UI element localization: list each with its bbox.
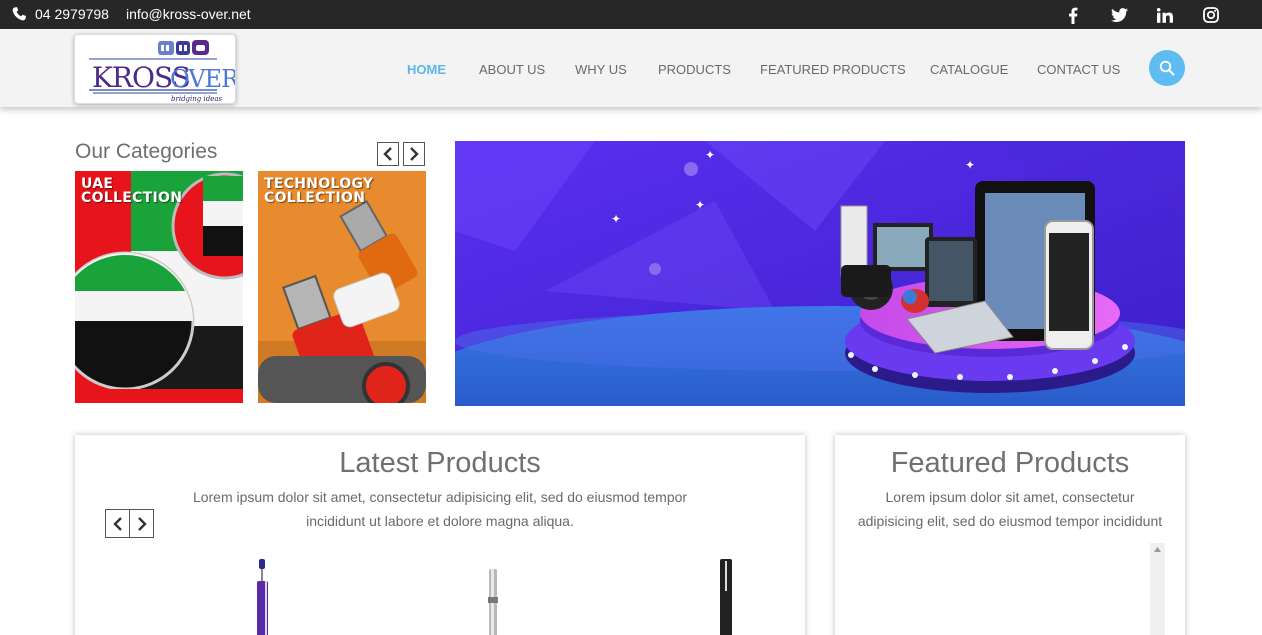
latest-products-card: Latest Products Lorem ipsum dolor sit am…: [75, 435, 805, 635]
svg-text:✦: ✦: [611, 212, 621, 226]
search-button[interactable]: [1149, 50, 1185, 86]
chevron-left-icon: [383, 147, 392, 161]
featured-products-description: Lorem ipsum dolor sit amet, consectetur …: [857, 489, 1163, 529]
chevron-right-icon: [137, 516, 147, 531]
logo-tagline: bridging ideas: [171, 95, 223, 103]
facebook-icon[interactable]: [1050, 4, 1096, 26]
product-pen-silver[interactable]: [485, 569, 501, 635]
nav-products[interactable]: PRODUCTS: [658, 62, 731, 77]
hero-banner[interactable]: ✦ ✦ ✦ ✦: [455, 141, 1185, 406]
category-label-uae: UAE COLLECTION: [81, 176, 183, 206]
chevron-left-icon: [112, 516, 122, 531]
svg-text:✦: ✦: [695, 198, 705, 212]
featured-products-title: Featured Products: [890, 447, 1130, 479]
linkedin-icon[interactable]: [1142, 4, 1188, 26]
scroll-up-icon[interactable]: [1154, 547, 1161, 552]
nav-catalogue[interactable]: CATALOGUE: [930, 62, 1008, 77]
contact-info: 04 2979798 info@kross-over.net: [11, 6, 251, 22]
latest-next-button[interactable]: [129, 509, 154, 538]
chevron-right-icon: [410, 147, 419, 161]
product-pen-purple[interactable]: [253, 559, 273, 635]
nav-home[interactable]: HOME: [407, 62, 446, 77]
electronics-banner-image: ✦ ✦ ✦ ✦: [455, 141, 1185, 406]
latest-products-title: Latest Products: [339, 447, 541, 479]
search-icon: [1159, 60, 1175, 76]
social-links: [1050, 4, 1234, 26]
categories-next-button[interactable]: [403, 142, 425, 166]
twitter-icon[interactable]: [1096, 4, 1142, 26]
featured-products-card: Featured Products Lorem ipsum dolor sit …: [835, 435, 1185, 635]
instagram-icon[interactable]: [1188, 4, 1234, 26]
categories-title: Our Categories: [75, 140, 218, 163]
logo[interactable]: KROSS OVER bridging ideas: [74, 34, 241, 104]
categories-prev-button[interactable]: [377, 142, 399, 166]
svg-text:✦: ✦: [705, 148, 715, 162]
phone-icon: [12, 7, 26, 21]
category-tile-uae[interactable]: UAE COLLECTION: [75, 171, 243, 403]
nav-about-us[interactable]: ABOUT US: [479, 62, 545, 77]
product-pen-black[interactable]: [717, 559, 735, 635]
svg-text:✦: ✦: [965, 158, 975, 172]
svg-text:OVER: OVER: [170, 65, 235, 93]
site-header: KROSS OVER bridging ideas HOME ABOUT US …: [0, 29, 1262, 107]
featured-scrollbar[interactable]: [1150, 543, 1165, 635]
nav-why-us[interactable]: WHY US: [575, 62, 627, 77]
top-bar: 04 2979798 info@kross-over.net: [0, 0, 1262, 29]
email-link[interactable]: info@kross-over.net: [126, 6, 251, 22]
latest-products-description: Lorem ipsum dolor sit amet, consectetur …: [192, 489, 688, 529]
nav-contact-us[interactable]: CONTACT US: [1037, 62, 1120, 77]
nav-featured-products[interactable]: FEATURED PRODUCTS: [760, 62, 906, 77]
category-tile-technology[interactable]: TECHNOLOGY COLLECTION: [258, 171, 426, 403]
latest-prev-button[interactable]: [105, 509, 130, 538]
category-label-technology: TECHNOLOGY COLLECTION: [264, 176, 374, 206]
phone-number[interactable]: 04 2979798: [35, 6, 109, 22]
